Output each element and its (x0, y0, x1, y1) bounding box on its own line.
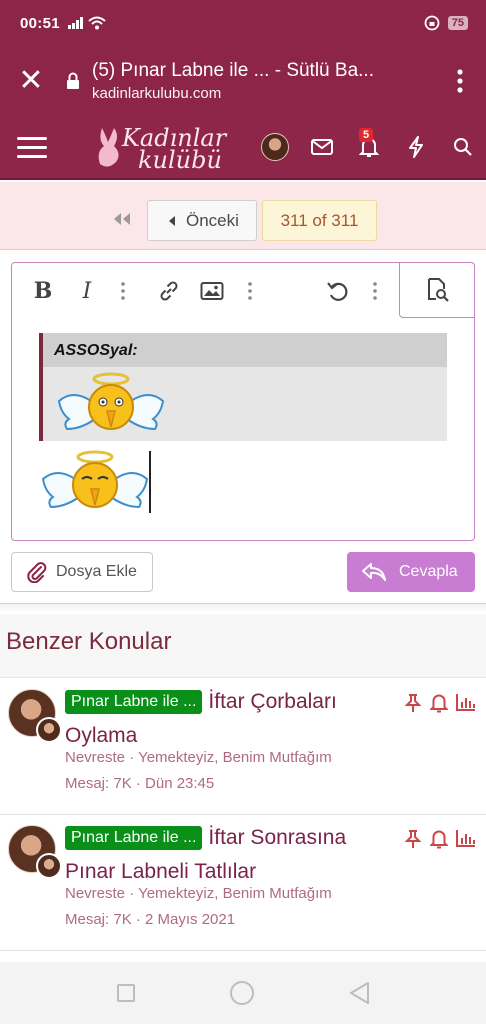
site-logo[interactable]: Kadınlar kulübü (92, 120, 232, 174)
bell-icon[interactable]: 5 (345, 128, 392, 158)
image-icon[interactable] (199, 277, 225, 305)
search-icon[interactable] (439, 137, 486, 157)
page-title: (5) Pınar Labne ile ... - Sütlü Ba... (92, 60, 374, 81)
quote-author: ASSOSyal: (43, 333, 447, 367)
battery-level: 75 (447, 16, 468, 30)
page-domain: kadinlarkulubu.com (92, 85, 222, 102)
previous-label: Önceki (186, 210, 239, 230)
last-poster-avatar[interactable] (36, 717, 62, 743)
notification-badge: 5 (359, 128, 374, 142)
section-divider (0, 603, 486, 613)
angel-emoji-icon (57, 372, 165, 431)
chevron-left-icon (169, 215, 175, 226)
thread-title[interactable]: Pınar Labne ile ... İftar Çorbaları Oylam… (65, 685, 395, 753)
more-insert-icon[interactable] (245, 277, 255, 305)
pin-icon (404, 830, 422, 848)
hamburger-icon[interactable] (0, 136, 64, 158)
signal-icons (67, 16, 106, 30)
text-cursor (149, 451, 151, 513)
more-formatting-icon[interactable] (118, 277, 128, 305)
browser-bar: ✕ (5) Pınar Labne ile ... - Sütlü Ba... … (0, 46, 486, 116)
thread-meta-stats: Mesaj: 7K · Dün 23:45 (65, 775, 215, 792)
quoted-post: ASSOSyal: (39, 333, 447, 441)
attach-file-label: Dosya Ekle (56, 563, 137, 580)
bell-icon[interactable] (430, 829, 448, 849)
mail-icon[interactable] (298, 139, 345, 155)
page-indicator[interactable]: 311 of 311 (262, 200, 377, 241)
previous-page-button[interactable]: Önceki (147, 200, 257, 241)
italic-icon[interactable]: I (76, 277, 98, 305)
thread-prefix-badge[interactable]: Pınar Labne ile ... (65, 826, 203, 850)
reply-editor[interactable]: B I ASSOSyal: (11, 262, 475, 541)
pin-icon (404, 694, 422, 712)
browser-title-area[interactable]: (5) Pınar Labne ile ... - Sütlü Ba... ka… (92, 60, 434, 102)
preview-icon[interactable] (399, 262, 475, 318)
alarm-lock-icon (424, 15, 440, 31)
thread-item[interactable]: Pınar Labne ile ... İftar Çorbaları Oylam… (0, 679, 486, 815)
close-icon[interactable]: ✕ (0, 66, 62, 96)
thread-meta-author-forum[interactable]: Nevreste · Yemekteyiz, Benim Mutfağım (65, 749, 332, 766)
user-avatar[interactable] (251, 133, 298, 161)
more-options-icon[interactable] (370, 277, 380, 305)
more-vert-icon[interactable] (434, 69, 486, 93)
signal-icon (67, 17, 83, 29)
angel-emoji-icon (41, 450, 149, 509)
thread-item[interactable]: Pınar Labne ile ... İftar Sonrasına Pınar… (0, 815, 486, 951)
bold-icon[interactable]: B (32, 277, 54, 305)
chart-icon (456, 830, 475, 847)
link-icon[interactable] (156, 277, 182, 305)
chart-icon (456, 694, 475, 711)
recents-icon[interactable] (116, 983, 136, 1003)
home-icon[interactable] (229, 980, 255, 1006)
site-header: Kadınlar kulübü 5 (0, 116, 486, 180)
system-nav-bar (0, 962, 486, 1024)
back-icon[interactable] (348, 981, 370, 1005)
wifi-icon (88, 16, 106, 30)
pagination: Önceki 311 of 311 (0, 182, 486, 250)
thread-meta-author-forum[interactable]: Nevreste · Yemekteyiz, Benim Mutfağım (65, 885, 332, 902)
avatar (260, 133, 289, 161)
last-poster-avatar[interactable] (36, 853, 62, 879)
status-time: 00:51 (20, 14, 60, 32)
reply-button[interactable]: Cevapla (347, 552, 475, 592)
bell-icon[interactable] (430, 693, 448, 713)
first-page-icon[interactable] (112, 212, 132, 231)
thread-title[interactable]: Pınar Labne ile ... İftar Sonrasına Pınar… (65, 821, 395, 889)
undo-icon[interactable] (324, 277, 350, 305)
attach-file-button[interactable]: Dosya Ekle (11, 552, 153, 592)
lock-icon (62, 72, 84, 90)
reply-label: Cevapla (399, 563, 458, 580)
paperclip-icon (27, 562, 47, 583)
bolt-icon[interactable] (392, 136, 439, 158)
status-bar: 00:51 75 (0, 0, 486, 46)
logo-text-line2: kulübü (138, 146, 222, 174)
editor-toolbar: B I (12, 262, 475, 319)
thread-meta-stats: Mesaj: 7K · 2 Mayıs 2021 (65, 911, 236, 928)
thread-prefix-badge[interactable]: Pınar Labne ile ... (65, 690, 203, 714)
reply-icon (362, 563, 386, 581)
similar-threads-heading: Benzer Konular (0, 614, 486, 678)
